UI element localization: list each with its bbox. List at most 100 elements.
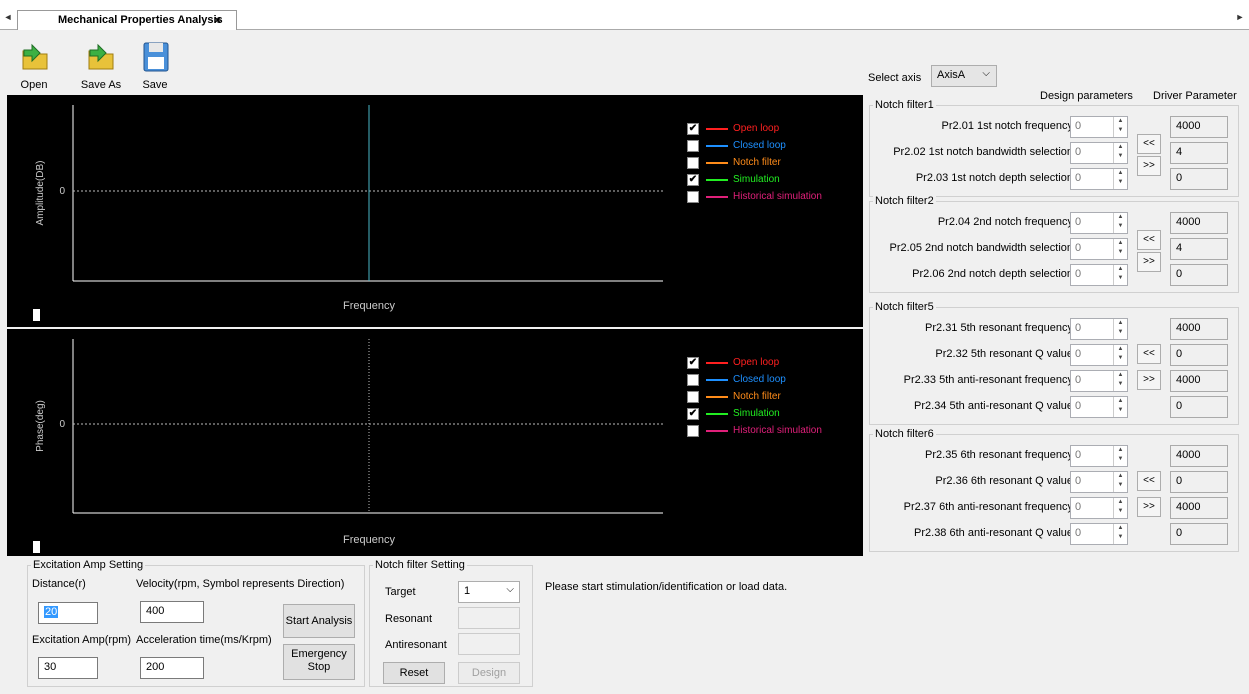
design-param-spinbox[interactable]: 0 ▲ ▼	[1070, 142, 1128, 164]
notch-filter-group-title: Notch filter1	[873, 99, 936, 111]
target-select[interactable]: 1 ⌵	[458, 581, 520, 603]
driver-param-value: 4	[1170, 142, 1228, 164]
tab-scroll-right-icon[interactable]: ►	[1234, 11, 1246, 23]
antiresonant-label: Antiresonant	[385, 639, 447, 651]
spin-arrows-icon[interactable]: ▲ ▼	[1113, 169, 1127, 189]
distance-input[interactable]: 20	[38, 602, 98, 624]
param-label: Pr2.31 5th resonant frequency	[925, 322, 1073, 334]
copy-to-design-button[interactable]: <<	[1137, 471, 1161, 491]
driver-param-value: 4000	[1170, 212, 1228, 234]
amplitude_plot-legend-swatch	[706, 145, 728, 147]
write-to-driver-button[interactable]: >>	[1137, 370, 1161, 390]
emergency-stop-button[interactable]: Emergency Stop	[283, 644, 355, 680]
amplitude_plot-legend-checkbox[interactable]	[687, 140, 699, 152]
tab-close-icon[interactable]: ×	[214, 11, 221, 29]
copy-to-design-button[interactable]: <<	[1137, 134, 1161, 154]
spin-arrows-icon[interactable]: ▲ ▼	[1113, 239, 1127, 259]
amplitude_plot-legend-item: ✔ Open loop	[687, 122, 857, 136]
velocity-label: Velocity(rpm, Symbol represents Directio…	[136, 578, 345, 590]
spin-arrows-icon[interactable]: ▲ ▼	[1113, 446, 1127, 466]
design-param-spinbox[interactable]: 0 ▲ ▼	[1070, 445, 1128, 467]
distance-label: Distance(r)	[32, 578, 86, 590]
spin-arrows-icon[interactable]: ▲ ▼	[1113, 319, 1127, 339]
phase_plot-legend-label: Open loop	[733, 357, 780, 368]
notch-filter-group: Notch filter6 Pr2.35 6th resonant frequen…	[869, 428, 1239, 552]
write-to-driver-button[interactable]: >>	[1137, 497, 1161, 517]
design-param-spinbox[interactable]: 0 ▲ ▼	[1070, 264, 1128, 286]
select-axis-label: Select axis	[868, 72, 922, 84]
design-param-spinbox[interactable]: 0 ▲ ▼	[1070, 396, 1128, 418]
acceleration-input[interactable]: 200	[140, 657, 204, 679]
amplitude_plot-legend-swatch	[706, 128, 728, 130]
save-button[interactable]: Save	[140, 41, 170, 91]
param-label: Pr2.33 5th anti-resonant frequency	[903, 374, 1073, 386]
phase_plot-legend-checkbox[interactable]	[687, 391, 699, 403]
design-param-spinbox[interactable]: 0 ▲ ▼	[1070, 471, 1128, 493]
save-as-folder-icon	[85, 41, 117, 73]
design-param-value: 0	[1075, 475, 1082, 487]
design-param-spinbox[interactable]: 0 ▲ ▼	[1070, 523, 1128, 545]
param-label: Pr2.38 6th anti-resonant Q value	[914, 527, 1073, 539]
spin-arrows-icon[interactable]: ▲ ▼	[1113, 397, 1127, 417]
spin-arrows-icon[interactable]: ▲ ▼	[1113, 498, 1127, 518]
tab-mechanical-properties[interactable]: Mechanical Properties Analysis ×	[17, 10, 237, 30]
design-param-spinbox[interactable]: 0 ▲ ▼	[1070, 212, 1128, 234]
spin-arrows-icon[interactable]: ▲ ▼	[1113, 371, 1127, 391]
spin-arrows-icon[interactable]: ▲ ▼	[1113, 143, 1127, 163]
chevron-down-icon: ⌵	[506, 584, 514, 595]
spin-arrows-icon[interactable]: ▲ ▼	[1113, 213, 1127, 233]
axis-select[interactable]: AxisA ⌵	[931, 65, 997, 87]
open-label: Open	[20, 79, 48, 91]
spin-arrows-icon[interactable]: ▲ ▼	[1113, 524, 1127, 544]
save-as-button[interactable]: Save As	[79, 41, 123, 91]
phase_plot-legend-checkbox[interactable]: ✔	[687, 357, 699, 369]
amplitude-zero-tick: 0	[59, 186, 65, 197]
amplitude_plot-legend-item: Closed loop	[687, 139, 857, 153]
design-param-value: 0	[1075, 348, 1082, 360]
driver-params-header: Driver Parameter	[1153, 90, 1237, 102]
spin-arrows-icon[interactable]: ▲ ▼	[1113, 472, 1127, 492]
phase-plot: 0 Phase(deg) Frequency ✔ Open loop Closed …	[7, 329, 863, 556]
open-button[interactable]: Open	[19, 41, 49, 91]
amplitude_plot-legend-checkbox[interactable]: ✔	[687, 174, 699, 186]
phase_plot-legend-checkbox[interactable]: ✔	[687, 408, 699, 420]
start-analysis-button[interactable]: Start Analysis	[283, 604, 355, 638]
copy-to-design-button[interactable]: <<	[1137, 230, 1161, 250]
design-param-value: 0	[1075, 501, 1082, 513]
amplitude_plot-legend-checkbox[interactable]: ✔	[687, 123, 699, 135]
design-param-spinbox[interactable]: 0 ▲ ▼	[1070, 370, 1128, 392]
design-button[interactable]: Design	[458, 662, 520, 684]
design-params-header: Design parameters	[1040, 90, 1133, 102]
phase_plot-legend-item: Closed loop	[687, 373, 857, 387]
spin-arrows-icon[interactable]: ▲ ▼	[1113, 345, 1127, 365]
write-to-driver-button[interactable]: >>	[1137, 252, 1161, 272]
excitation-amp-input[interactable]: 30	[38, 657, 98, 679]
design-param-spinbox[interactable]: 0 ▲ ▼	[1070, 344, 1128, 366]
reset-button[interactable]: Reset	[383, 662, 445, 684]
write-to-driver-button[interactable]: >>	[1137, 156, 1161, 176]
amplitude_plot-legend-checkbox[interactable]	[687, 191, 699, 203]
velocity-input[interactable]: 400	[140, 601, 204, 623]
design-param-spinbox[interactable]: 0 ▲ ▼	[1070, 168, 1128, 190]
design-param-spinbox[interactable]: 0 ▲ ▼	[1070, 318, 1128, 340]
target-value: 1	[464, 585, 471, 597]
design-param-spinbox[interactable]: 0 ▲ ▼	[1070, 497, 1128, 519]
amplitude_plot-legend-checkbox[interactable]	[687, 157, 699, 169]
spin-arrows-icon[interactable]: ▲ ▼	[1113, 117, 1127, 137]
param-label: Pr2.37 6th anti-resonant frequency	[903, 501, 1073, 513]
phase_plot-legend-checkbox[interactable]	[687, 374, 699, 386]
spin-arrows-icon[interactable]: ▲ ▼	[1113, 265, 1127, 285]
design-param-spinbox[interactable]: 0 ▲ ▼	[1070, 238, 1128, 260]
design-param-spinbox[interactable]: 0 ▲ ▼	[1070, 116, 1128, 138]
amplitude-scroll-handle[interactable]	[33, 309, 40, 321]
phase_plot-legend-swatch	[706, 430, 728, 432]
notch-filter-group-title: Notch filter6	[873, 428, 936, 440]
phase_plot-legend-swatch	[706, 396, 728, 398]
copy-to-design-button[interactable]: <<	[1137, 344, 1161, 364]
driver-param-value: 0	[1170, 168, 1228, 190]
status-message: Please start stimulation/identification …	[545, 581, 788, 593]
tab-scroll-left-icon[interactable]: ◄	[2, 11, 14, 23]
antiresonant-field	[458, 633, 520, 655]
phase_plot-legend-checkbox[interactable]	[687, 425, 699, 437]
phase-scroll-handle[interactable]	[33, 541, 40, 553]
